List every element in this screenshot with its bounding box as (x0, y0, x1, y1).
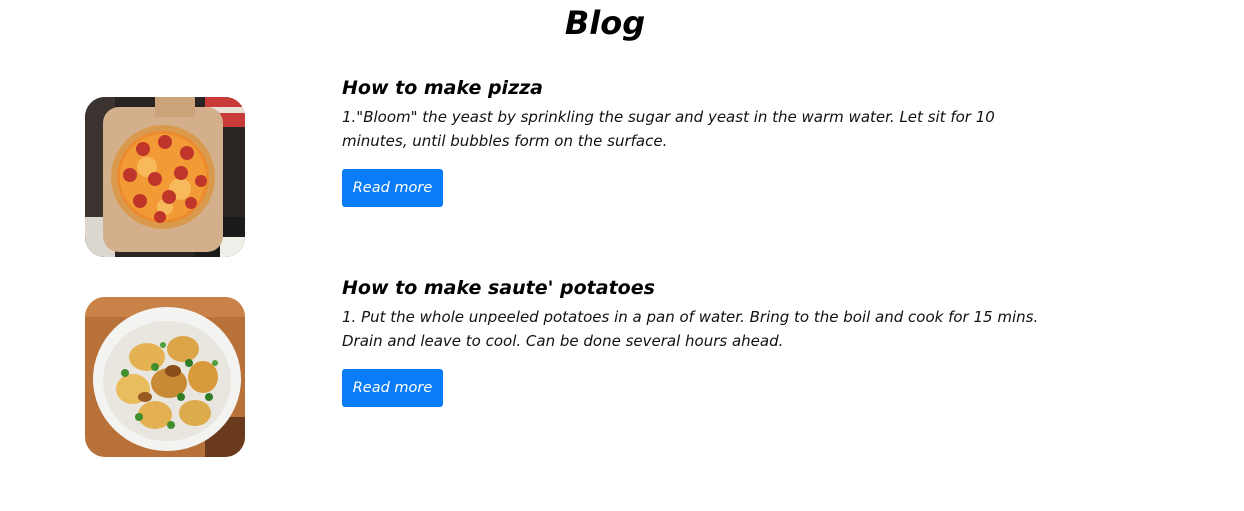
page-title: Blog (564, 4, 646, 42)
post-title[interactable]: How to make saute' potatoes (342, 277, 655, 299)
read-more-button[interactable]: Read more (342, 169, 443, 207)
read-more-button[interactable]: Read more (342, 369, 443, 407)
post-title[interactable]: How to make pizza (342, 77, 543, 99)
blog-post-potatoes: How to make saute' potatoes 1. Put the w… (0, 277, 1244, 457)
pizza-image[interactable] (85, 97, 245, 257)
potatoes-image[interactable] (85, 297, 245, 457)
blog-post-pizza: How to make pizza 1."Bloom" the yeast by… (0, 77, 1244, 257)
post-excerpt: 1."Bloom" the yeast by sprinkling the su… (342, 108, 995, 150)
post-excerpt: 1. Put the whole unpeeled potatoes in a … (342, 308, 1039, 350)
